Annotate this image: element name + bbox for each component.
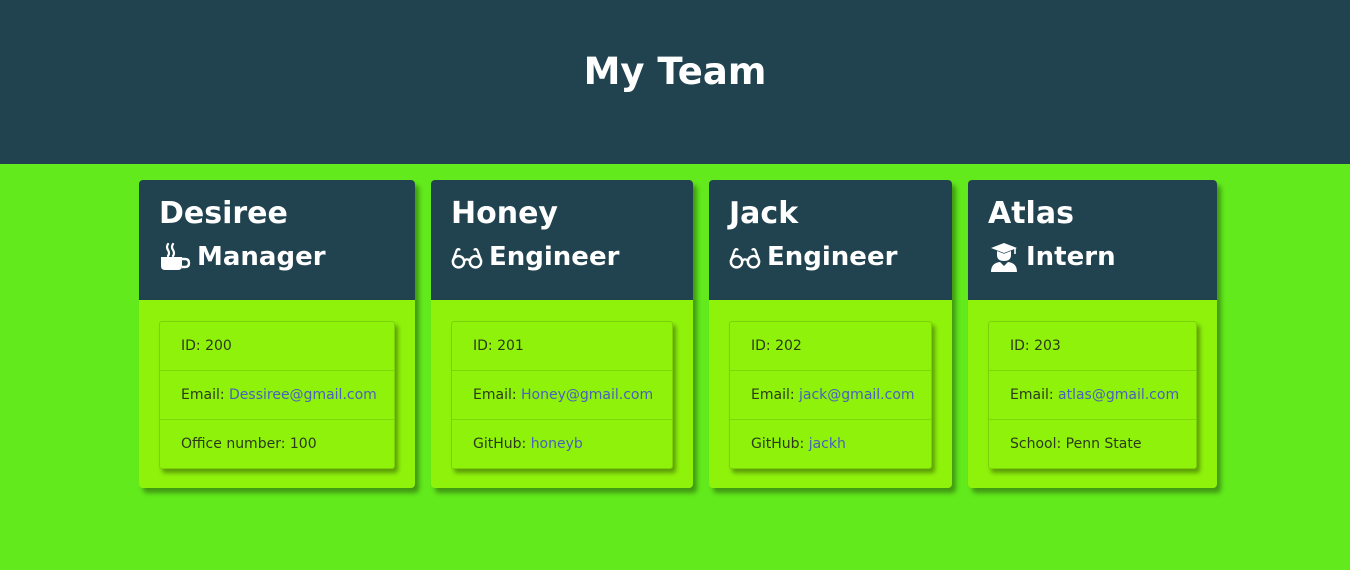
employee-role: Manager: [159, 239, 395, 275]
employee-name: Honey: [451, 196, 558, 231]
github-label: GitHub:: [751, 436, 809, 452]
id-label: ID:: [181, 338, 206, 354]
office-number-value: 100: [289, 436, 317, 452]
list-item-github: GitHub: honeyb: [452, 420, 672, 468]
glasses-icon: [451, 242, 483, 272]
id-value: 201: [497, 338, 524, 354]
employee-card-atlas: Atlas Intern ID: 203 Email: atlas@gmail.…: [968, 180, 1217, 488]
employee-info-list: ID: 201 Email: Honey@gmail.com GitHub: h…: [451, 321, 673, 469]
employee-role: Intern: [988, 239, 1197, 275]
email-link[interactable]: atlas@gmail.com: [1058, 387, 1179, 403]
employee-info-list: ID: 202 Email: jack@gmail.com GitHub: ja…: [729, 321, 932, 469]
email-label: Email:: [751, 387, 800, 403]
email-link[interactable]: Dessiree@gmail.com: [229, 387, 377, 403]
id-label: ID:: [473, 338, 498, 354]
coffee-mug-icon: [159, 242, 191, 272]
id-label: ID:: [751, 338, 776, 354]
employee-role-label: Manager: [197, 242, 326, 272]
github-link[interactable]: jackh: [809, 436, 846, 452]
employee-role-label: Engineer: [489, 242, 620, 272]
github-link[interactable]: honeyb: [531, 436, 583, 452]
list-item-email: Email: atlas@gmail.com: [989, 371, 1196, 420]
school-label: School:: [1010, 436, 1066, 452]
employee-role: Engineer: [729, 239, 932, 275]
card-header: Jack Engineer: [709, 180, 952, 300]
list-item-school: School: Penn State: [989, 420, 1196, 468]
employee-info-list: ID: 203 Email: atlas@gmail.com School: P…: [988, 321, 1197, 469]
graduate-icon: [988, 242, 1020, 272]
employee-name: Atlas: [988, 196, 1074, 231]
list-item-github: GitHub: jackh: [730, 420, 931, 468]
page-header: My Team: [0, 0, 1350, 164]
card-header: Honey Engineer: [431, 180, 693, 300]
employee-role: Engineer: [451, 239, 673, 275]
employee-role-label: Intern: [1026, 242, 1116, 272]
office-number-label: Office number:: [181, 436, 290, 452]
page-title: My Team: [583, 49, 767, 93]
employee-info-list: ID: 200 Email: Dessiree@gmail.com Office…: [159, 321, 395, 469]
glasses-icon: [729, 242, 761, 272]
list-item-office-number: Office number: 100: [160, 420, 394, 468]
employee-name: Desiree: [159, 196, 288, 231]
list-item-email: Email: Dessiree@gmail.com: [160, 371, 394, 420]
github-label: GitHub:: [473, 436, 531, 452]
id-label: ID:: [1010, 338, 1035, 354]
employee-card-honey: Honey Engineer ID: 201 Email: Honey@gmai…: [431, 180, 693, 488]
email-link[interactable]: jack@gmail.com: [799, 387, 915, 403]
list-item-id: ID: 201: [452, 322, 672, 371]
email-label: Email:: [473, 387, 522, 403]
list-item-id: ID: 200: [160, 322, 394, 371]
email-link[interactable]: Honey@gmail.com: [521, 387, 653, 403]
id-value: 202: [775, 338, 802, 354]
email-label: Email:: [1010, 387, 1059, 403]
id-value: 200: [205, 338, 232, 354]
card-header: Desiree Manager: [139, 180, 415, 300]
employee-card-desiree: Desiree Manager ID: 200 Email: Dessiree@…: [139, 180, 415, 488]
list-item-id: ID: 202: [730, 322, 931, 371]
employee-card-jack: Jack Engineer ID: 202 Email: jack@gmail.…: [709, 180, 952, 488]
list-item-id: ID: 203: [989, 322, 1196, 371]
list-item-email: Email: jack@gmail.com: [730, 371, 931, 420]
email-label: Email:: [181, 387, 230, 403]
id-value: 203: [1034, 338, 1061, 354]
employee-role-label: Engineer: [767, 242, 898, 272]
school-value: Penn State: [1065, 436, 1142, 452]
card-header: Atlas Intern: [968, 180, 1217, 300]
list-item-email: Email: Honey@gmail.com: [452, 371, 672, 420]
employee-name: Jack: [729, 196, 799, 231]
